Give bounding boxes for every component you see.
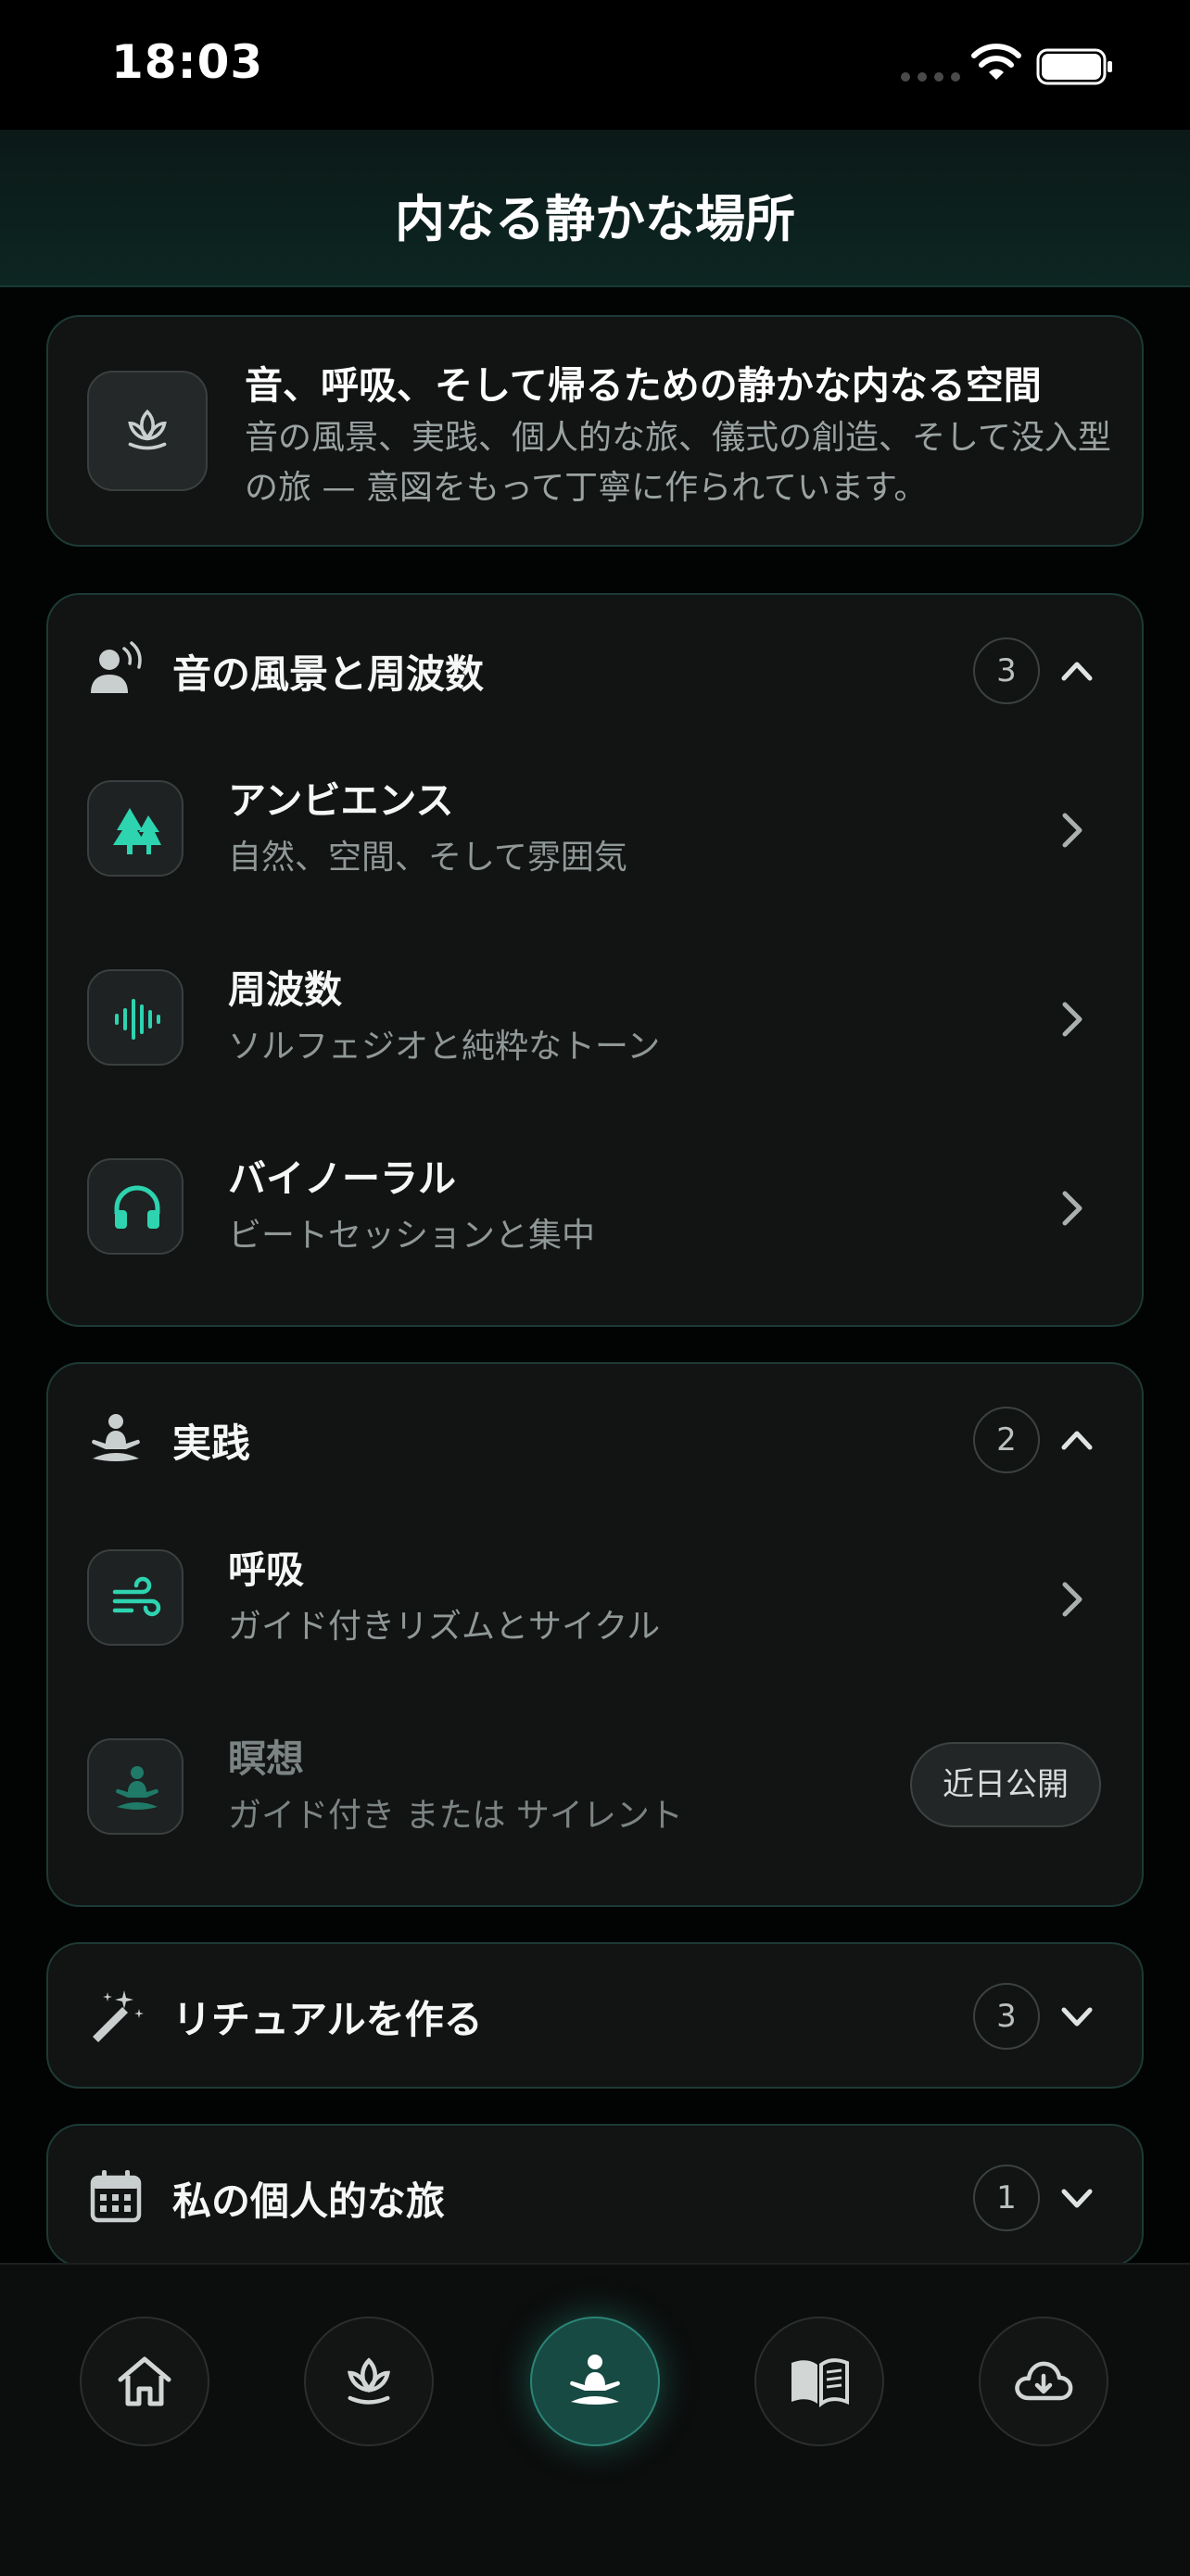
chevron-down-icon[interactable]: [1058, 2179, 1095, 2216]
list-item-ambience[interactable]: アンビエンス 自然、空間、そして雰囲気: [48, 738, 1142, 927]
item-title: 瞑想: [228, 1736, 304, 1781]
battery-icon: [1036, 48, 1112, 85]
lotus-icon: [348, 2357, 390, 2405]
item-title: アンビエンス: [228, 778, 454, 823]
lotus-icon: [128, 409, 167, 450]
intro-card: 音、呼吸、そして帰るための静かな内なる空間 音の風景、実践、個人的な旅、儀式の創…: [46, 315, 1144, 547]
chevron-right-icon: [1062, 1002, 1082, 1037]
wind-icon: [112, 1576, 161, 1617]
chevron-right-icon: [1062, 813, 1082, 848]
item-title: 周波数: [228, 967, 342, 1012]
waveform-icon: [115, 999, 160, 1040]
chevron-right-icon: [1062, 1191, 1082, 1226]
count-badge: 1: [973, 2165, 1040, 2231]
app-header: 内なる静かな場所: [0, 130, 1190, 287]
item-subtitle: 自然、空間、そして雰囲気: [228, 839, 627, 877]
row-icon-box: [87, 1158, 184, 1255]
section-title: リチュアルを作る: [172, 1997, 483, 2042]
section-title: 私の個人的な旅: [172, 2178, 446, 2224]
headphones-icon: [114, 1185, 160, 1229]
section-create-ritual[interactable]: リチュアルを作る 3: [46, 1942, 1144, 2089]
status-bar: 18:03: [0, 0, 1190, 130]
chevron-up-icon[interactable]: [1058, 652, 1095, 689]
nav-library-button[interactable]: [754, 2317, 884, 2446]
list-item-breathing[interactable]: 呼吸 ガイド付きリズムとサイクル: [48, 1507, 1142, 1696]
section-title: 音の風景と周波数: [172, 651, 485, 697]
item-subtitle: ガイド付きリズムとサイクル: [228, 1608, 661, 1646]
section-personal-journey[interactable]: 私の個人的な旅 1: [46, 2124, 1144, 2267]
meditation-icon: [92, 1414, 140, 1461]
cloud-download-icon: [1015, 2361, 1073, 2401]
list-item-meditation: 瞑想 ガイド付き または サイレント 近日公開: [48, 1696, 1142, 1885]
calendar-icon: [90, 2170, 142, 2223]
item-subtitle: ガイド付き または サイレント: [228, 1797, 683, 1835]
row-icon-box: [87, 969, 184, 1066]
intro-icon-box: [87, 371, 208, 491]
book-icon: [791, 2358, 849, 2407]
section-header-practice[interactable]: 実践 2: [48, 1364, 1142, 1512]
section-soundscapes: 音の風景と周波数 3 アンビエンス 自然、空間、そして雰囲気 周波数 ソルフェジ…: [46, 593, 1144, 1327]
count-badge: 3: [973, 1983, 1040, 2050]
coming-soon-badge: 近日公開: [910, 1742, 1101, 1827]
row-icon-box: [87, 1549, 184, 1646]
wifi-icon: [971, 44, 1021, 80]
status-time: 18:03: [111, 35, 264, 89]
intro-title: 音、呼吸、そして帰るための静かな内なる空間: [245, 363, 1042, 408]
person-sound-icon: [91, 641, 142, 693]
page-title: 内なる静かな場所: [395, 190, 795, 248]
chevron-down-icon[interactable]: [1058, 1998, 1095, 2035]
meditation-icon: [116, 1766, 158, 1810]
nav-home-button[interactable]: [80, 2317, 209, 2446]
row-icon-box: [87, 1738, 184, 1835]
nav-downloads-button[interactable]: [979, 2317, 1108, 2446]
section-header-soundscapes[interactable]: 音の風景と周波数 3: [48, 595, 1142, 743]
count-badge: 2: [973, 1407, 1040, 1473]
chevron-up-icon[interactable]: [1058, 1421, 1095, 1458]
home-icon: [118, 2356, 171, 2406]
signal-icon: [901, 72, 960, 82]
chevron-right-icon: [1062, 1582, 1082, 1617]
section-title: 実践: [172, 1421, 251, 1466]
section-practice: 実践 2 呼吸 ガイド付きリズムとサイクル 瞑想 ガイド付き または サイレント…: [46, 1362, 1144, 1907]
list-item-frequency[interactable]: 周波数 ソルフェジオと純粋なトーン: [48, 927, 1142, 1116]
item-title: 呼吸: [228, 1547, 304, 1592]
item-subtitle: ソルフェジオと純粋なトーン: [228, 1028, 661, 1066]
row-icon-box: [87, 780, 184, 877]
nav-lotus-button[interactable]: [304, 2317, 434, 2446]
meditation-icon: [570, 2355, 620, 2405]
item-subtitle: ビートセッションと集中: [228, 1217, 596, 1255]
count-badge: 3: [973, 638, 1040, 704]
item-title: バイノーラル: [228, 1156, 456, 1201]
bottom-nav: [0, 2263, 1190, 2576]
nav-meditation-button[interactable]: [530, 2317, 660, 2446]
trees-icon: [113, 808, 161, 854]
list-item-binaural[interactable]: バイノーラル ビートセッションと集中: [48, 1116, 1142, 1305]
magic-wand-icon: [93, 1990, 144, 2042]
intro-description: 音の風景、実践、個人的な旅、儀式の創造、そして没入型の旅 — 意図をもって丁寧に…: [245, 419, 1111, 507]
